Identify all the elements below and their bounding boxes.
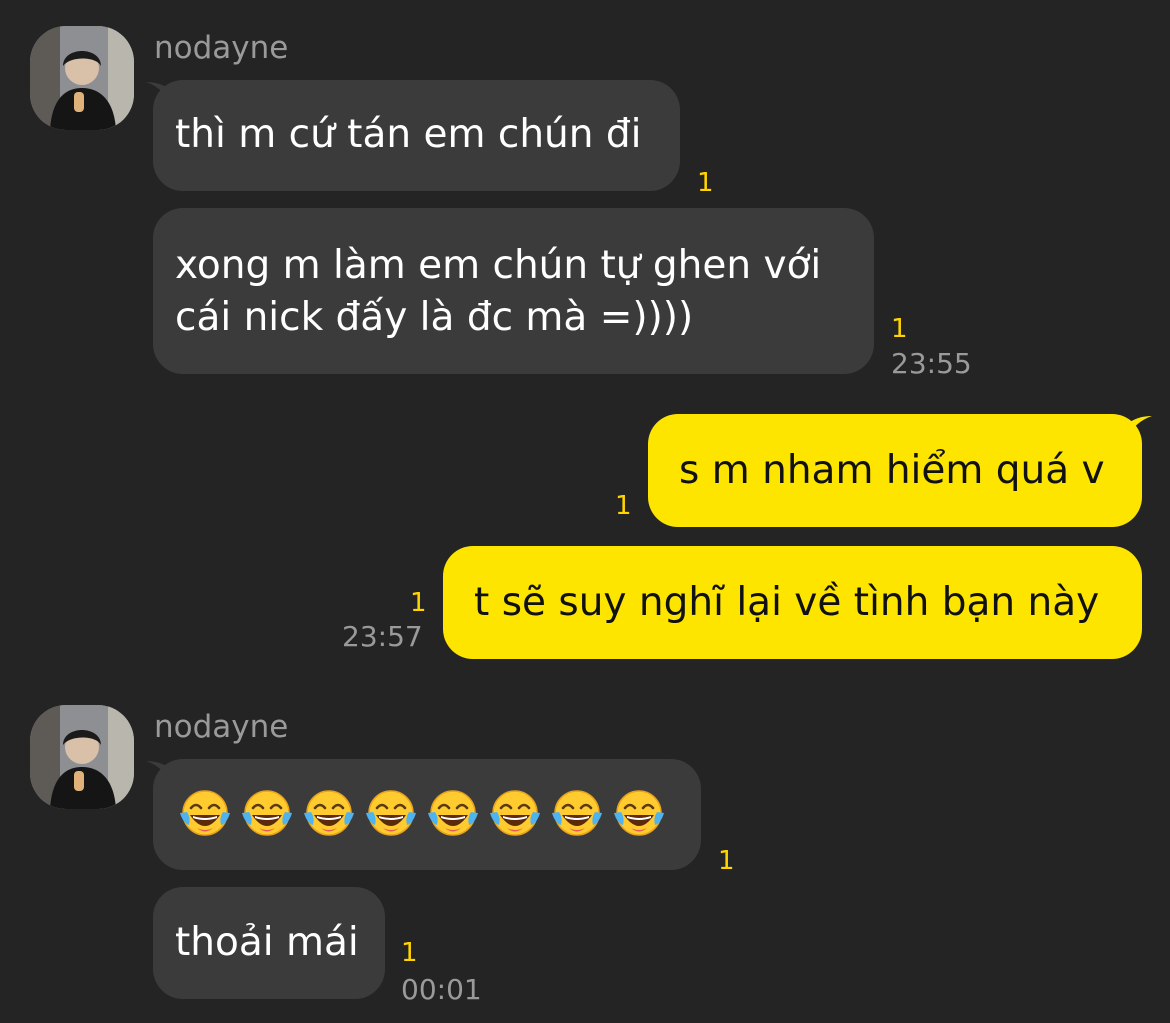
tears-of-joy-emoji [549, 787, 605, 843]
tears-of-joy-emoji [301, 787, 357, 843]
message-bubble[interactable] [153, 759, 701, 870]
read-count: 1 [410, 588, 427, 618]
message-bubble[interactable]: s m nham hiểm quá v [648, 414, 1142, 527]
read-count: 1 [697, 168, 714, 198]
read-count: 1 [891, 314, 908, 344]
tears-of-joy-emoji [611, 787, 667, 843]
read-count: 1 [401, 938, 418, 968]
message-bubble[interactable]: t sẽ suy nghĩ lại về tình bạn này [443, 546, 1142, 659]
read-count: 1 [615, 491, 632, 521]
sender-avatar[interactable] [30, 705, 134, 809]
message-text: thì m cứ tán em chún đi [175, 112, 642, 157]
message-bubble[interactable]: thoải mái [153, 887, 385, 999]
message-timestamp: 23:57 [342, 620, 423, 653]
tears-of-joy-emoji [239, 787, 295, 843]
message-timestamp: 00:01 [401, 973, 482, 1006]
read-count: 1 [718, 846, 735, 876]
message-bubble[interactable]: xong m làm em chún tự ghen với cái nick … [153, 208, 874, 374]
sender-name: nodayne [154, 709, 289, 745]
message-text-line: cái nick đấy là đc mà =)))) [175, 295, 694, 340]
message-timestamp: 23:55 [891, 347, 972, 380]
tears-of-joy-emoji [363, 787, 419, 843]
sender-name: nodayne [154, 30, 289, 66]
message-text-line: xong m làm em chún tự ghen với [175, 243, 822, 288]
tears-of-joy-emoji [177, 787, 233, 843]
message-bubble[interactable]: thì m cứ tán em chún đi [153, 80, 680, 191]
tears-of-joy-emoji [425, 787, 481, 843]
emoji-row [177, 759, 701, 870]
message-text: t sẽ suy nghĩ lại về tình bạn này [474, 580, 1100, 625]
tears-of-joy-emoji [487, 787, 543, 843]
sender-avatar[interactable] [30, 26, 134, 130]
message-text: thoải mái [175, 920, 359, 965]
message-text: s m nham hiểm quá v [679, 448, 1105, 493]
